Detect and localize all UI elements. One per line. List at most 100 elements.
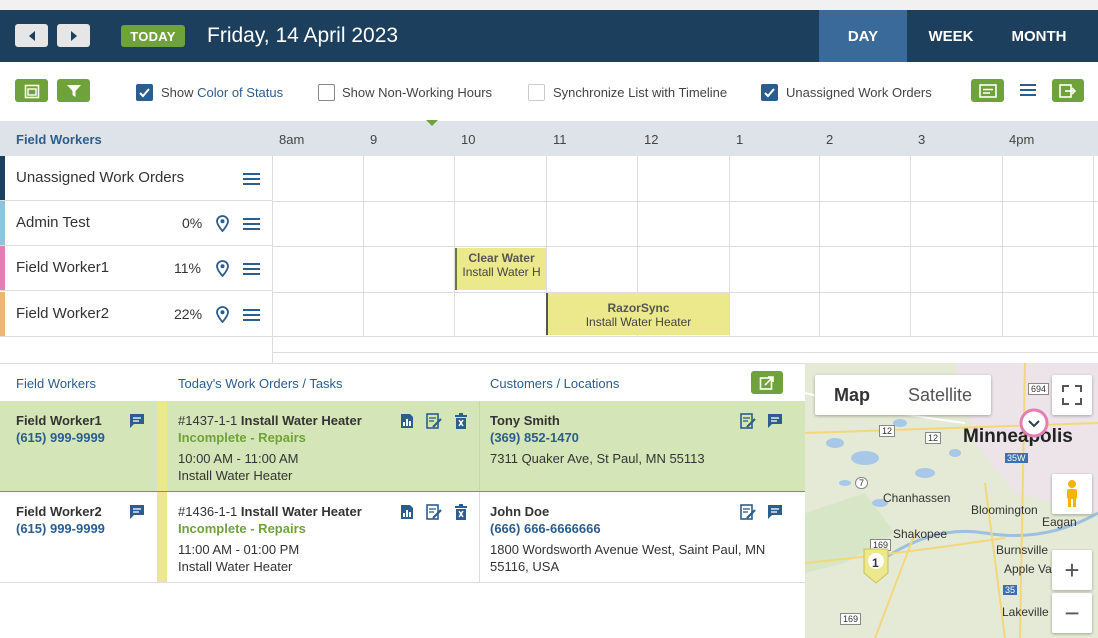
hour-label: 1	[736, 132, 744, 147]
worker-phone[interactable]: (615) 999-9999	[16, 520, 105, 537]
map-place-label: Lakeville	[1002, 605, 1049, 619]
tab-week[interactable]: WEEK	[907, 10, 995, 62]
calendar-button[interactable]	[15, 79, 48, 102]
message-icon[interactable]	[767, 413, 783, 429]
row-color-bar	[0, 156, 5, 200]
map-type-map-button[interactable]: Map	[815, 375, 889, 415]
zoom-out-button[interactable]: −	[1052, 593, 1092, 633]
row-color-bar	[0, 246, 5, 290]
map-city-label: Minneapolis	[963, 426, 1073, 447]
delete-icon[interactable]	[453, 504, 469, 520]
column-divider	[479, 492, 480, 582]
show-color-of-status-checkbox[interactable]	[136, 84, 153, 101]
grid-line	[272, 156, 273, 363]
tab-month[interactable]: MONTH	[995, 10, 1083, 62]
location-pin-icon[interactable]	[216, 260, 229, 277]
customer-name[interactable]: John Doe	[490, 503, 549, 520]
block-title: Clear Water	[468, 251, 535, 265]
map-road-shield: 35W	[1005, 453, 1028, 463]
worker-phone[interactable]: (615) 999-9999	[16, 429, 105, 446]
worker-row-unassigned[interactable]: Unassigned Work Orders	[0, 156, 272, 201]
map-place-label: Burnsville	[996, 543, 1049, 557]
today-button[interactable]: TODAY	[121, 25, 185, 47]
map-type-satellite-button[interactable]: Satellite	[889, 375, 991, 415]
map-place-label: Bloomington	[971, 503, 1038, 517]
timeline-block-clear-water[interactable]: Clear Water Install Water H	[455, 248, 546, 290]
card-view-button[interactable]	[971, 79, 1004, 102]
fullscreen-icon	[1062, 385, 1082, 405]
work-order-title[interactable]: #1437-1-1 Install Water Heater	[178, 412, 362, 429]
export-calendar-button[interactable]	[1052, 79, 1084, 102]
row-color-bar	[0, 292, 5, 336]
hamburger-icon[interactable]	[243, 172, 260, 186]
edit-notes-icon[interactable]	[740, 413, 756, 429]
timeline-block-razorsync[interactable]: RazorSync Install Water Heater	[546, 293, 729, 335]
work-order-task: Install Water Heater	[178, 559, 293, 574]
message-icon[interactable]	[129, 413, 145, 429]
worker-row-admin-test[interactable]: Admin Test 0%	[0, 201, 272, 246]
show-non-working-hours-checkbox[interactable]	[318, 84, 335, 101]
message-icon[interactable]	[767, 504, 783, 520]
customer-name[interactable]: Tony Smith	[490, 412, 560, 429]
list-header-work-orders: Today's Work Orders / Tasks	[178, 376, 343, 391]
work-order-title[interactable]: #1436-1-1 Install Water Heater	[178, 503, 362, 520]
unassigned-work-orders-checkbox[interactable]	[761, 84, 778, 101]
work-order-row[interactable]: Field Worker1 (615) 999-9999 #1437-1-1 I…	[0, 401, 805, 492]
block-title: RazorSync	[607, 301, 670, 315]
customer-phone[interactable]: (369) 852-1470	[490, 429, 579, 446]
customer-address: 1800 Wordsworth Avenue West, Saint Paul,…	[490, 542, 766, 557]
work-order-time: 11:00 AM - 01:00 PM	[178, 542, 300, 557]
next-day-button[interactable]	[57, 24, 90, 47]
map-place-label: Shakopee	[893, 527, 948, 541]
customer-address-line2: 55116, USA	[490, 559, 560, 574]
tab-day[interactable]: DAY	[819, 10, 907, 62]
map-place-label: Apple Va	[1004, 562, 1052, 576]
grid-line	[272, 246, 1098, 247]
calendar-export-icon	[1059, 83, 1077, 98]
work-order-task: Install Water Heater	[178, 468, 293, 483]
row-color-bar	[0, 201, 5, 245]
work-order-time: 10:00 AM - 11:00 AM	[178, 451, 299, 466]
card-icon	[978, 83, 997, 98]
hamburger-icon[interactable]	[243, 262, 260, 276]
street-view-button[interactable]	[1052, 474, 1092, 514]
open-external-button[interactable]	[751, 371, 783, 394]
filter-button[interactable]	[57, 79, 90, 102]
grid-line	[272, 201, 1098, 202]
triangle-right-icon	[70, 30, 77, 41]
edit-notes-icon[interactable]	[426, 504, 442, 520]
worker-utilization: 0%	[182, 215, 203, 231]
synchronize-list-checkbox[interactable]	[528, 84, 545, 101]
map-location-marker-icon[interactable]	[1019, 408, 1049, 438]
worker-row-field-worker1[interactable]: Field Worker1 11%	[0, 246, 272, 291]
zoom-in-button[interactable]: +	[1052, 550, 1092, 590]
delete-icon[interactable]	[453, 413, 469, 429]
map-road-shield: 35	[1003, 585, 1018, 595]
hamburger-icon[interactable]	[243, 217, 260, 231]
current-time-marker-icon	[426, 120, 438, 126]
worker-name: Field Worker1	[16, 413, 102, 428]
edit-notes-icon[interactable]	[426, 413, 442, 429]
message-icon[interactable]	[129, 504, 145, 520]
worker-row-field-worker2[interactable]: Field Worker2 22%	[0, 292, 272, 337]
location-pin-icon[interactable]	[216, 306, 229, 323]
fullscreen-button[interactable]	[1052, 375, 1092, 415]
calendar-icon	[24, 84, 39, 98]
block-subtitle: Install Water Heater	[585, 315, 692, 329]
customer-phone[interactable]: (666) 666-6666666	[490, 520, 601, 537]
grid-line	[272, 336, 1098, 337]
list-header-customers: Customers / Locations	[490, 376, 620, 391]
map-cluster-count: 1	[872, 556, 879, 570]
location-pin-icon[interactable]	[216, 215, 229, 232]
report-icon[interactable]	[399, 413, 415, 429]
map-road-shield: 169	[840, 613, 862, 625]
list-view-button[interactable]	[1019, 82, 1037, 98]
report-icon[interactable]	[399, 504, 415, 520]
edit-notes-icon[interactable]	[740, 504, 756, 520]
field-workers-column-header: Field Workers	[16, 132, 102, 147]
map-type-control: Map Satellite	[815, 375, 991, 415]
prev-day-button[interactable]	[15, 24, 48, 47]
map-road-shield: 12	[925, 432, 942, 444]
hamburger-icon[interactable]	[243, 308, 260, 322]
work-order-row[interactable]: Field Worker2 (615) 999-9999 #1436-1-1 I…	[0, 492, 805, 583]
